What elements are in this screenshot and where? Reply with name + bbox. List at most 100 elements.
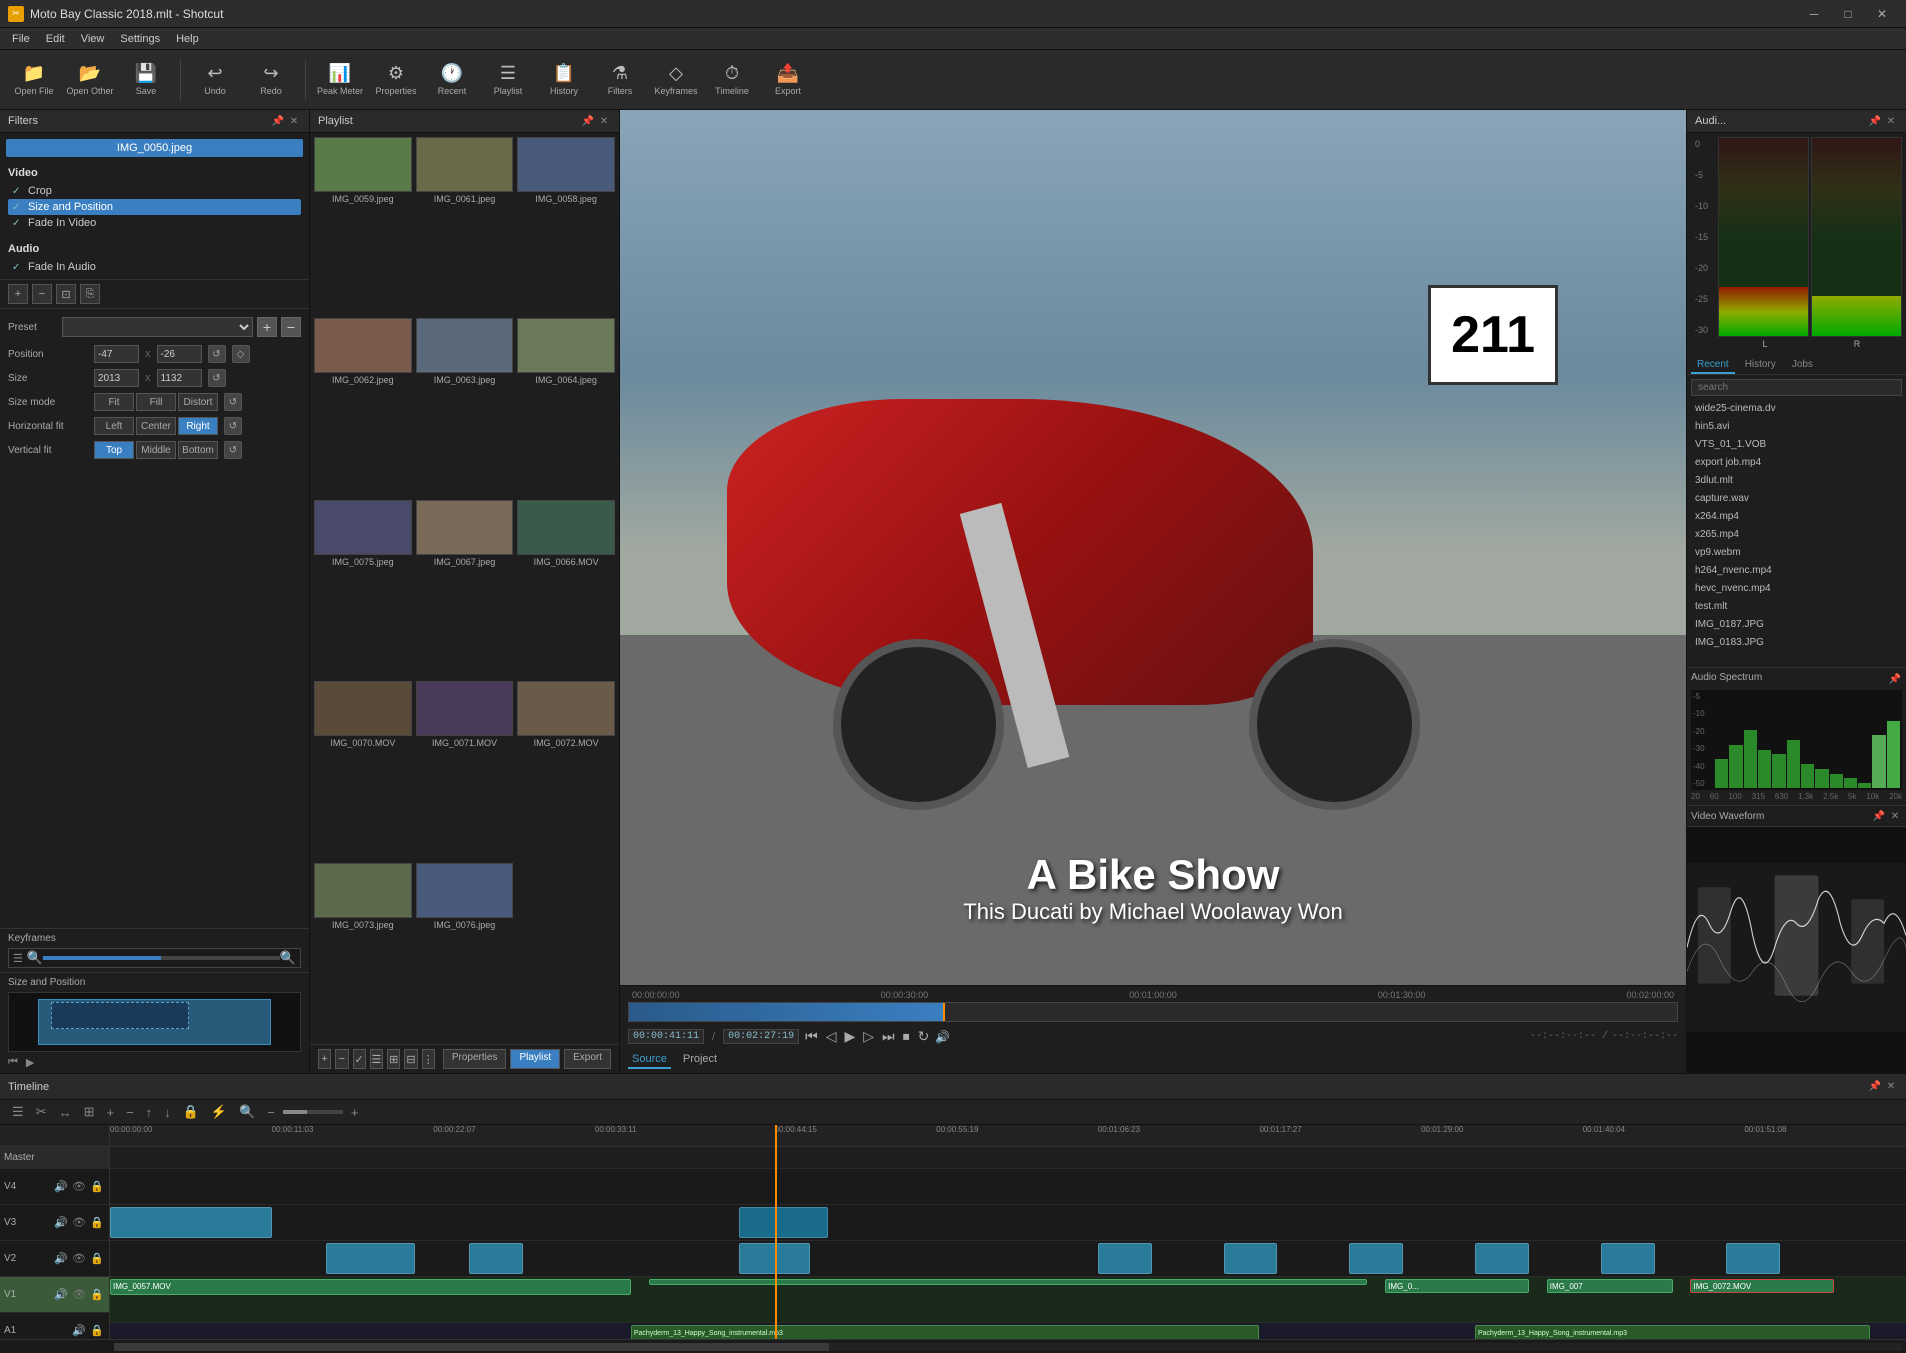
scrollbar-thumb[interactable] [114, 1343, 829, 1351]
size-h-input[interactable] [157, 369, 202, 387]
list-item[interactable]: IMG_0066.MOV [517, 500, 615, 677]
clip-v2-3[interactable] [739, 1243, 811, 1275]
tl-add-track-button[interactable]: + [102, 1103, 118, 1122]
timeline-ruler[interactable]: 00:00:00:00 00:00:11:03 00:00:22:07 00:0… [110, 1125, 1906, 1147]
size-mode-distort[interactable]: Distort [178, 393, 218, 411]
playlist-menu-button[interactable]: ⋮ [422, 1049, 435, 1069]
list-item[interactable]: IMG_0058.jpeg [517, 137, 615, 314]
filter-copy-button[interactable]: ⊡ [56, 284, 76, 304]
scrollbar-track[interactable] [114, 1343, 1902, 1351]
transport-skip-end[interactable]: ⏭ [880, 1026, 897, 1047]
minimize-button[interactable]: ─ [1798, 0, 1830, 28]
filter-fade-in-audio[interactable]: ✓ Fade In Audio [8, 259, 301, 275]
menu-view[interactable]: View [73, 31, 113, 47]
open-file-button[interactable]: 📁 Open File [8, 54, 60, 106]
list-item[interactable]: IMG_0062.jpeg [314, 318, 412, 495]
playlist-list-view-button[interactable]: ☰ [370, 1049, 383, 1069]
size-w-input[interactable] [94, 369, 139, 387]
save-button[interactable]: 💾 Save [120, 54, 172, 106]
playlist-pin-button[interactable]: 📌 [581, 114, 595, 128]
add-preset-button[interactable]: + [257, 317, 277, 337]
clip-v2-4[interactable] [1098, 1243, 1152, 1275]
list-item[interactable]: IMG_0073.jpeg [314, 863, 412, 1040]
recent-file-13[interactable]: IMG_0187.JPG [1687, 616, 1906, 634]
v2-lock-button[interactable]: 🔒 [89, 1251, 105, 1267]
position-keyframe-button[interactable]: ◇ [232, 345, 250, 363]
size-mode-fit[interactable]: Fit [94, 393, 134, 411]
undo-button[interactable]: ↩ Undo [189, 54, 241, 106]
remove-preset-button[interactable]: − [281, 317, 301, 337]
timeline-pin[interactable]: 📌 [1868, 1080, 1882, 1094]
v4-audio-button[interactable]: 🔊 [53, 1179, 69, 1195]
history-button[interactable]: 📋 History [538, 54, 590, 106]
v1-clip-1[interactable]: IMG_0057.MOV [110, 1279, 631, 1295]
tl-ripple-button[interactable]: ↔ [55, 1103, 76, 1122]
redo-button[interactable]: ↪ Redo [245, 54, 297, 106]
waveform-pin[interactable]: 📌 [1872, 809, 1886, 823]
sap-prev-button[interactable]: ⏮ [8, 1056, 18, 1069]
properties-button[interactable]: ⚙ Properties [370, 54, 422, 106]
right-tab-jobs[interactable]: Jobs [1786, 357, 1819, 374]
tl-razor-button[interactable]: ✂ [32, 1102, 51, 1122]
v3-audio-button[interactable]: 🔊 [53, 1215, 69, 1231]
maximize-button[interactable]: □ [1832, 0, 1864, 28]
clip-v2-1[interactable] [326, 1243, 416, 1275]
menu-settings[interactable]: Settings [112, 31, 168, 47]
size-reset-button[interactable]: ↺ [208, 369, 226, 387]
v1-clip-5[interactable]: IMG_0072.MOV [1690, 1279, 1834, 1293]
menu-file[interactable]: File [4, 31, 38, 47]
list-item[interactable]: IMG_0075.jpeg [314, 500, 412, 677]
transport-skip-start[interactable]: ⏮ [803, 1026, 820, 1047]
clip-v2-9[interactable] [1726, 1243, 1780, 1275]
position-y-input[interactable] [157, 345, 202, 363]
position-x-input[interactable] [94, 345, 139, 363]
preset-select[interactable] [62, 317, 253, 337]
waveform-close[interactable]: ✕ [1888, 809, 1902, 823]
open-other-button[interactable]: 📂 Open Other [64, 54, 116, 106]
recent-file-5[interactable]: 3dlut.mlt [1687, 472, 1906, 490]
vfit-reset[interactable]: ↺ [224, 441, 242, 459]
tl-track-button[interactable]: ⊞ [80, 1102, 99, 1122]
a1-audio-button[interactable]: 🔊 [71, 1323, 87, 1339]
position-reset-button[interactable]: ↺ [208, 345, 226, 363]
spectrum-pin[interactable]: 📌 [1888, 672, 1902, 686]
transport-stop[interactable]: ⏹ [901, 1026, 912, 1047]
vfit-middle[interactable]: Middle [136, 441, 176, 459]
v4-eye-button[interactable]: 👁 [71, 1179, 87, 1195]
menu-help[interactable]: Help [168, 31, 207, 47]
transport-loop[interactable]: ↻ [916, 1026, 932, 1047]
window-controls[interactable]: ─ □ ✕ [1798, 0, 1898, 28]
playlist-add-button[interactable]: + [318, 1049, 331, 1069]
preview-scrubber[interactable] [628, 1002, 1678, 1022]
tl-lift-button[interactable]: ↑ [142, 1103, 157, 1122]
recent-file-2[interactable]: hin5.avi [1687, 418, 1906, 436]
right-panel-close[interactable]: ✕ [1884, 114, 1898, 128]
tl-ripple-all-button[interactable]: ⚡ [207, 1102, 231, 1122]
a1-lock-button[interactable]: 🔒 [89, 1323, 105, 1339]
v3-eye-button[interactable]: 👁 [71, 1215, 87, 1231]
tl-zoom-in-button[interactable]: + [347, 1103, 363, 1122]
filter-add-button[interactable]: + [8, 284, 28, 304]
sap-play-button[interactable]: ▶ [26, 1056, 34, 1069]
close-button[interactable]: ✕ [1866, 0, 1898, 28]
peak-meter-button[interactable]: 📊 Peak Meter [314, 54, 366, 106]
playlist-tile-view-button[interactable]: ⊟ [404, 1049, 417, 1069]
keyframes-button[interactable]: ◇ Keyframes [650, 54, 702, 106]
list-item[interactable]: IMG_0067.jpeg [416, 500, 514, 677]
v2-audio-button[interactable]: 🔊 [53, 1251, 69, 1267]
list-item[interactable]: IMG_0059.jpeg [314, 137, 412, 314]
transport-prev-frame[interactable]: ◁ [824, 1026, 839, 1047]
hfit-reset[interactable]: ↺ [224, 417, 242, 435]
filter-remove-button[interactable]: − [32, 284, 52, 304]
v3-lock-button[interactable]: 🔒 [89, 1215, 105, 1231]
v2-eye-button[interactable]: 👁 [71, 1251, 87, 1267]
recent-file-10[interactable]: h264_nvenc.mp4 [1687, 562, 1906, 580]
clip-v2-2[interactable] [469, 1243, 523, 1275]
recent-search-input[interactable] [1691, 379, 1902, 396]
v1-eye-button[interactable]: 👁 [71, 1287, 87, 1303]
recent-file-3[interactable]: VTS_01_1.VOB [1687, 436, 1906, 454]
filter-fade-in-video[interactable]: ✓ Fade In Video [8, 215, 301, 231]
clip-v3-2[interactable] [739, 1207, 829, 1239]
playlist-check-button[interactable]: ✓ [353, 1049, 366, 1069]
list-item[interactable]: IMG_0061.jpeg [416, 137, 514, 314]
